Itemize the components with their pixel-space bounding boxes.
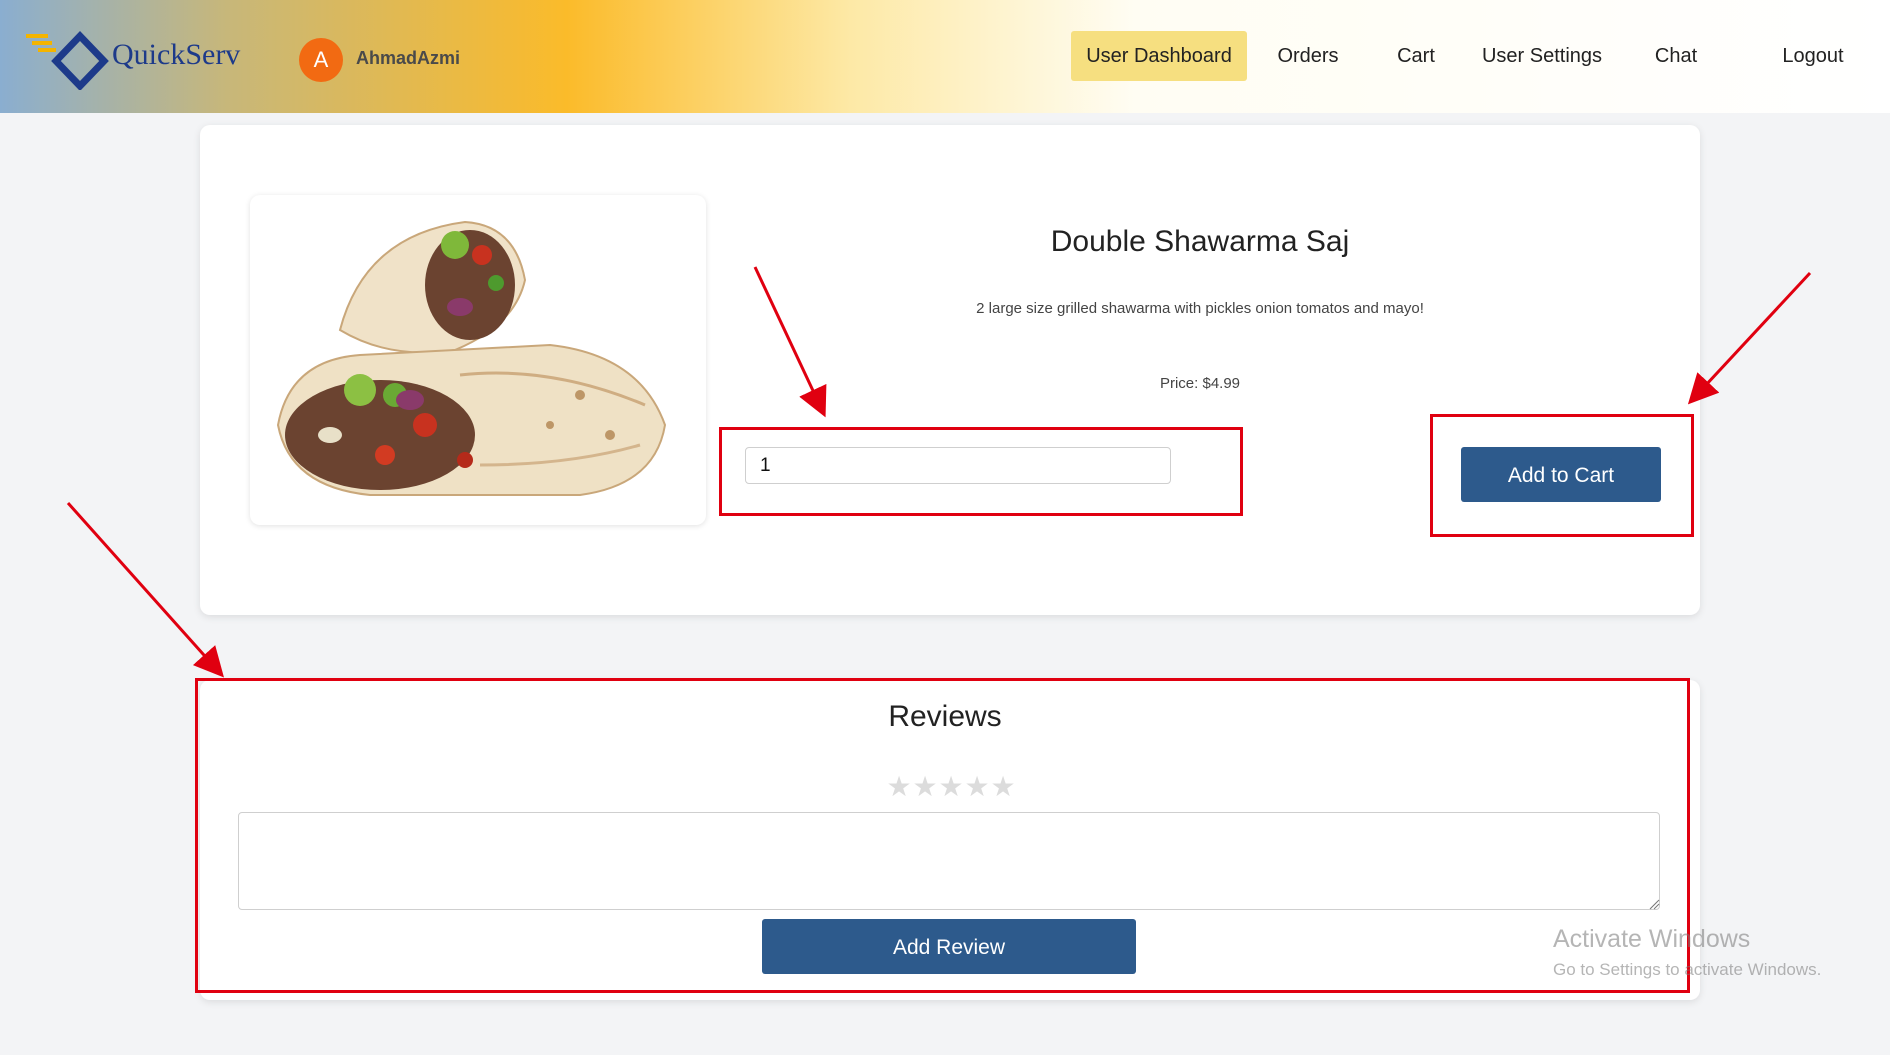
nav-user-settings[interactable]: User Settings: [1468, 31, 1616, 81]
user-name: AhmadAzmi: [356, 48, 461, 68]
brand-name: QuickServ: [112, 38, 241, 71]
windows-activation-subtitle: Go to Settings to activate Windows.: [1553, 960, 1822, 979]
arrow-to-add-to-cart: [1687, 271, 1812, 405]
product-price: Price: $4.99: [800, 375, 1600, 392]
star-rating[interactable]: ★★★★★: [886, 770, 1016, 803]
star-4-icon[interactable]: ★: [964, 770, 990, 803]
star-3-icon[interactable]: ★: [938, 770, 964, 803]
top-navbar: QuickServ A AhmadAzmi User Dashboard Ord…: [0, 0, 1890, 113]
brand-logo[interactable]: QuickServ: [26, 30, 246, 90]
windows-activation-title: Activate Windows: [1553, 925, 1751, 953]
user-avatar[interactable]: A: [299, 38, 343, 82]
nav-logout[interactable]: Logout: [1764, 31, 1862, 81]
product-description: 2 large size grilled shawarma with pickl…: [976, 300, 1424, 317]
price-label: Price:: [1159, 375, 1199, 392]
star-2-icon[interactable]: ★: [912, 770, 938, 803]
shawarma-image-icon: [276, 220, 667, 496]
resize-handle-icon[interactable]: [1648, 898, 1660, 910]
nav-cart[interactable]: Cart: [1380, 31, 1452, 81]
add-review-button[interactable]: Add Review: [762, 919, 1136, 974]
review-textarea[interactable]: [238, 812, 1660, 910]
star-1-icon[interactable]: ★: [886, 770, 912, 803]
product-image-frame: [250, 195, 706, 525]
product-title: Double Shawarma Saj: [1050, 225, 1350, 258]
reviews-section: Reviews ★★★★★ Add Review: [200, 680, 1700, 1000]
arrow-to-reviews: [66, 502, 224, 678]
nav-user-dashboard[interactable]: User Dashboard: [1071, 31, 1247, 81]
price-value: $4.99: [1202, 375, 1241, 392]
nav-orders[interactable]: Orders: [1263, 31, 1353, 81]
reviews-heading: Reviews: [888, 700, 1002, 733]
star-5-icon[interactable]: ★: [990, 770, 1016, 803]
add-to-cart-button[interactable]: Add to Cart: [1461, 447, 1661, 502]
quickserv-logo-icon: [26, 30, 109, 90]
product-card: Double Shawarma Saj 2 large size grilled…: [200, 125, 1700, 615]
quantity-input[interactable]: [745, 447, 1171, 484]
nav-chat[interactable]: Chat: [1640, 31, 1712, 81]
